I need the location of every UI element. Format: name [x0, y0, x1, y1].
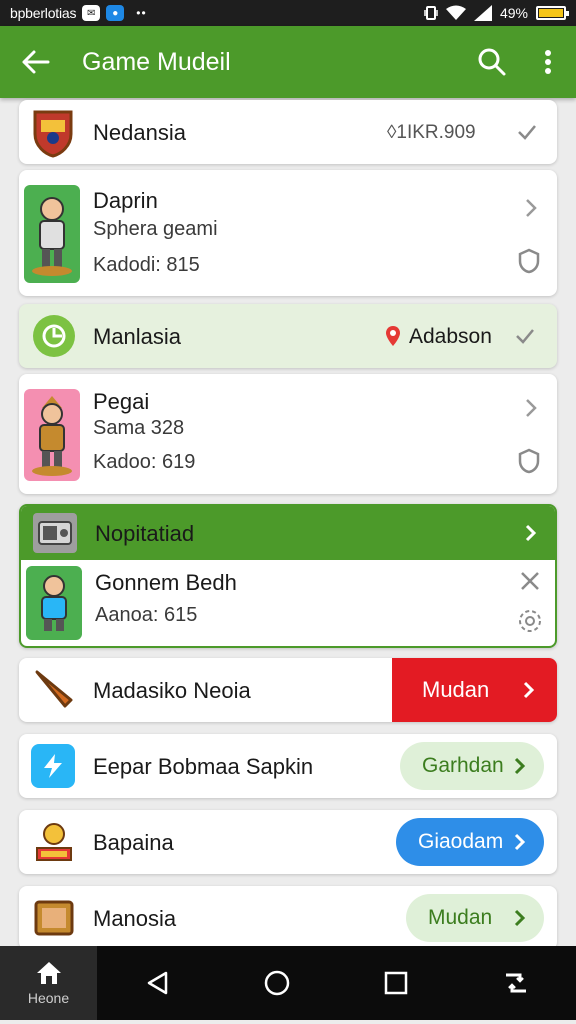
list-item[interactable]: Manosia Mudan: [19, 886, 557, 946]
list-item[interactable]: Madasiko Neoia Mudan: [19, 658, 557, 722]
garhdan-button[interactable]: Garhdan: [400, 742, 544, 790]
triangle-back-icon: [147, 971, 168, 995]
shield-icon[interactable]: [517, 448, 541, 474]
chevron-right-icon: [514, 909, 526, 927]
item-title: Madasiko Neoia: [93, 678, 251, 703]
location-pin-icon: [386, 326, 400, 346]
search-icon: [478, 48, 506, 76]
game-list[interactable]: Nedansia ◊1IKR.909 Daprin Sphera geami K…: [0, 98, 576, 946]
search-button[interactable]: [464, 47, 520, 77]
back-button[interactable]: [0, 49, 70, 75]
rotate-icon: [506, 973, 527, 993]
house-icon: [36, 962, 61, 984]
item-detail: Kadodi: 815: [93, 254, 200, 276]
gear-icon[interactable]: [517, 608, 543, 634]
button-label: Mudan: [428, 906, 493, 929]
square-recents-icon: [385, 971, 408, 995]
item-trailing-text: ◊1IKR.909: [387, 122, 476, 143]
chevron-right-icon[interactable]: [525, 524, 537, 542]
page-title: Game Mudeil: [82, 47, 231, 76]
navigation-bar: Heone: [0, 946, 576, 1020]
vibrate-icon: [424, 6, 438, 20]
circle-home-icon: [264, 970, 289, 996]
list-item[interactable]: Pegai Sama 328 Kadoo: 619: [19, 374, 557, 494]
item-detail: Kadoo: 619: [93, 451, 196, 473]
status-bar: bpberlotias ✉ ● •• 49%: [0, 0, 576, 26]
button-label: Mudan: [422, 677, 490, 702]
item-location: Adabson: [409, 325, 492, 348]
check-icon[interactable]: [515, 328, 535, 344]
arrow-left-icon: [22, 50, 50, 74]
group-header[interactable]: Nopitatiad: [21, 506, 555, 560]
group-title: Nopitatiad: [95, 521, 195, 546]
button-label: Garhdan: [422, 754, 504, 777]
close-icon[interactable]: [519, 570, 541, 592]
item-title: Bapaina: [93, 830, 174, 855]
chevron-right-icon: [523, 681, 535, 699]
shield-icon[interactable]: [517, 248, 541, 274]
chevron-right-icon: [514, 833, 526, 851]
character-icon: [26, 566, 82, 640]
chevron-right-icon: [514, 757, 526, 775]
system-recents-button[interactable]: [337, 971, 457, 995]
system-home-button[interactable]: [217, 970, 337, 996]
button-label: Giaodam: [418, 830, 504, 853]
horn-icon: [31, 666, 77, 714]
radio-icon: [33, 513, 77, 553]
list-item[interactable]: Eepar Bobmaa Sapkin Garhdan: [19, 734, 557, 798]
item-title: Manlasia: [93, 324, 182, 349]
leaf-icon: [33, 315, 75, 357]
overflow-menu-button[interactable]: [520, 49, 576, 75]
home-tab[interactable]: Heone: [0, 946, 97, 1020]
item-detail: Aanoa: 615: [95, 604, 198, 626]
mudan-button[interactable]: Mudan: [392, 658, 557, 722]
list-item[interactable]: Manlasia Adabson: [19, 304, 557, 368]
item-title: Pegai: [93, 389, 150, 414]
system-back-button[interactable]: [97, 971, 217, 995]
item-title: Nedansia: [93, 120, 186, 145]
crest-icon: [31, 108, 75, 158]
app-bar: Game Mudeil: [0, 26, 576, 98]
picture-frame-icon: [31, 894, 77, 942]
item-title: Eepar Bobmaa Sapkin: [93, 754, 314, 779]
signal-icon: [473, 5, 492, 21]
battery-icon: [536, 6, 569, 20]
character-icon: [24, 389, 80, 481]
chevron-right-icon[interactable]: [525, 198, 537, 218]
wifi-icon: [445, 5, 466, 20]
status-app-text: bpberlotias: [10, 5, 77, 21]
item-title: Gonnem Bedh: [95, 570, 237, 595]
more-notifications-icon: ••: [136, 6, 147, 20]
more-vert-icon: [545, 50, 551, 74]
check-icon[interactable]: [517, 124, 537, 140]
item-title: Manosia: [93, 906, 177, 931]
list-item[interactable]: Bapaina Giaodam: [19, 810, 557, 874]
item-subtitle: Sama 328: [93, 417, 185, 439]
character-icon: [24, 185, 80, 283]
list-item[interactable]: Nedansia ◊1IKR.909: [19, 100, 557, 164]
item-title: Daprin: [93, 188, 158, 213]
character-icon: [31, 818, 77, 866]
list-item[interactable]: Daprin Sphera geami Kadodi: 815: [19, 170, 557, 296]
lightning-icon: [31, 744, 75, 788]
chevron-right-icon[interactable]: [525, 398, 537, 418]
item-subtitle: Sphera geami: [93, 218, 218, 240]
system-rotate-button[interactable]: [456, 971, 576, 995]
home-tab-label: Heone: [27, 990, 70, 1006]
battery-text: 49%: [499, 5, 528, 21]
notification-icon-blue: ●: [106, 5, 125, 21]
giaodam-button[interactable]: Giaodam: [396, 818, 544, 866]
mudan-button-secondary[interactable]: Mudan: [406, 894, 544, 942]
notification-icon: ✉: [82, 5, 101, 21]
expanded-group[interactable]: Nopitatiad Gonnem Bedh Aanoa: 615: [19, 504, 557, 648]
